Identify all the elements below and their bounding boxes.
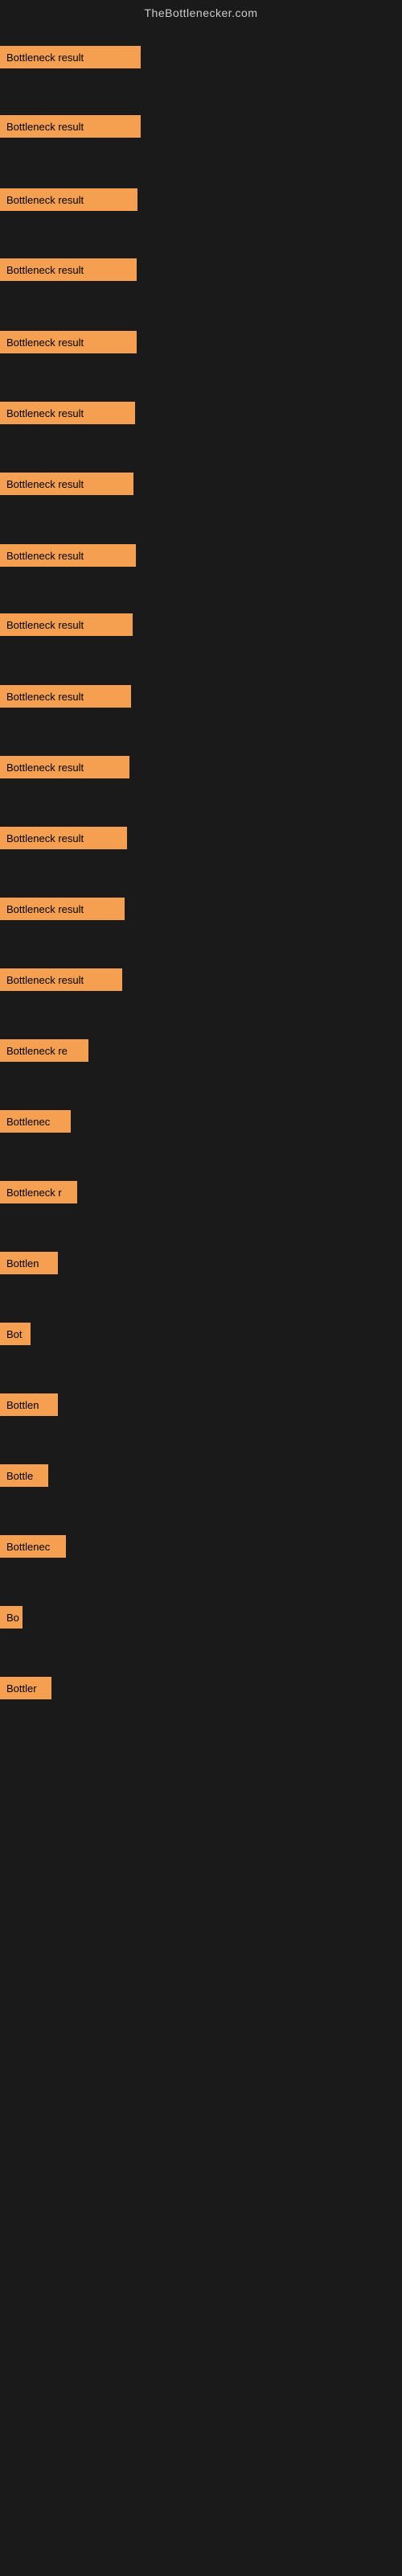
bottleneck-result-item: Bottlen [0,1252,58,1274]
bottleneck-result-item: Bottleneck result [0,115,141,138]
bottleneck-result-item: Bottler [0,1677,51,1699]
bottleneck-result-item: Bottleneck result [0,402,135,424]
bottleneck-result-item: Bo [0,1606,23,1629]
bottleneck-result-item: Bottleneck result [0,756,129,778]
bottleneck-result-item: Bottleneck result [0,898,125,920]
site-title: TheBottlenecker.com [0,0,402,23]
bottleneck-result-item: Bottleneck r [0,1181,77,1203]
bottleneck-result-item: Bottleneck result [0,473,133,495]
bottleneck-result-item: Bottleneck result [0,331,137,353]
bottleneck-result-item: Bottleneck result [0,685,131,708]
bottleneck-result-item: Bottle [0,1464,48,1487]
bottleneck-result-item: Bottleneck result [0,613,133,636]
bottleneck-result-item: Bottlen [0,1393,58,1416]
bottleneck-result-item: Bottleneck result [0,188,137,211]
bottleneck-result-item: Bottleneck re [0,1039,88,1062]
bottleneck-result-item: Bottleneck result [0,827,127,849]
bottleneck-result-item: Bot [0,1323,31,1345]
bottleneck-result-item: Bottlenec [0,1110,71,1133]
bottleneck-result-item: Bottleneck result [0,968,122,991]
bottleneck-result-item: Bottleneck result [0,46,141,68]
bottleneck-result-item: Bottlenec [0,1535,66,1558]
bottleneck-result-item: Bottleneck result [0,258,137,281]
bottleneck-result-item: Bottleneck result [0,544,136,567]
